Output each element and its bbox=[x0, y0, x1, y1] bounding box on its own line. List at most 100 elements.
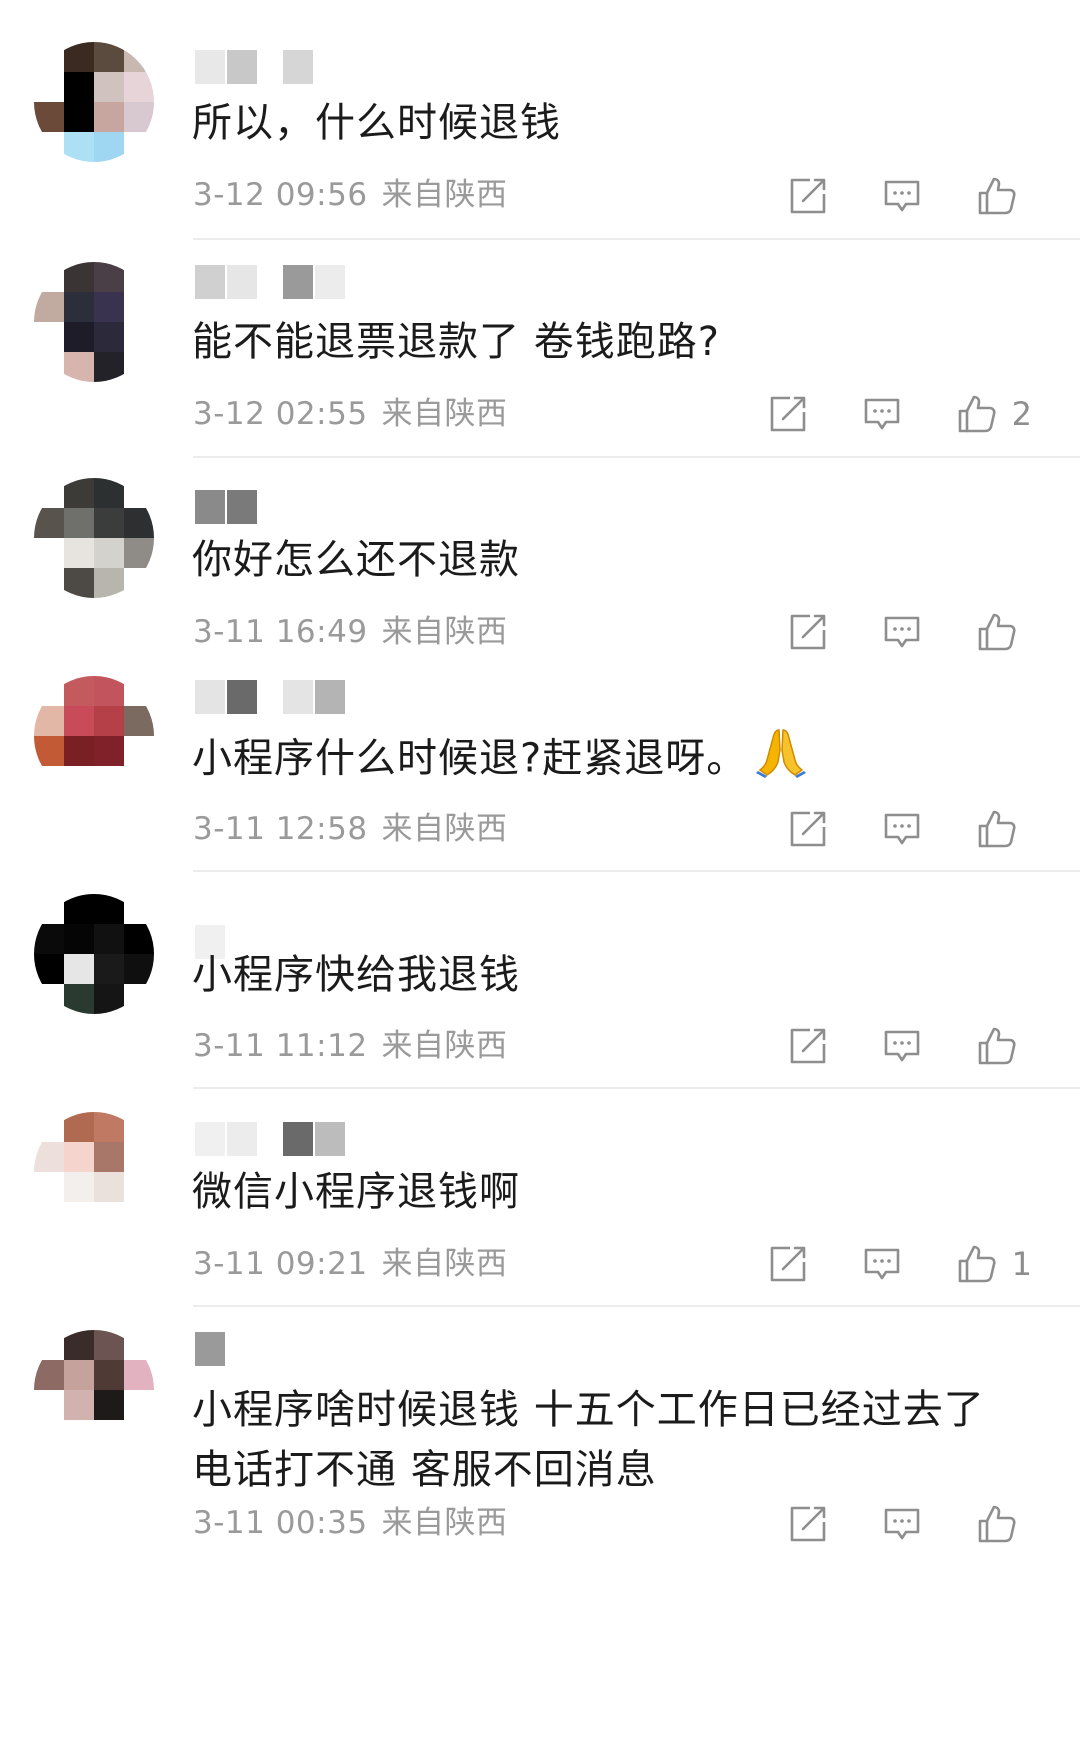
avatar-pixel bbox=[94, 766, 124, 796]
avatar[interactable] bbox=[34, 42, 154, 162]
avatar-pixel bbox=[94, 984, 124, 1014]
avatar[interactable] bbox=[34, 676, 154, 796]
avatar-pixel bbox=[94, 262, 124, 292]
avatar-pixel bbox=[34, 1112, 64, 1142]
reply-button[interactable] bbox=[882, 1504, 922, 1544]
avatar-pixel bbox=[94, 1420, 124, 1450]
reply-button[interactable] bbox=[882, 1026, 922, 1066]
comment-meta: 3-11 11:12 来自陕西 bbox=[193, 1026, 508, 1066]
avatar-pixel bbox=[64, 1420, 94, 1450]
avatar-pixel bbox=[64, 984, 94, 1014]
avatar-pixel bbox=[64, 1390, 94, 1420]
avatar-pixel bbox=[94, 954, 124, 984]
avatar-pixel bbox=[124, 1330, 154, 1360]
like-button[interactable] bbox=[976, 1503, 1032, 1545]
like-button[interactable]: 2 bbox=[956, 393, 1032, 435]
username-pixel bbox=[227, 490, 257, 524]
comment-time: 3-11 00:35 bbox=[193, 1505, 368, 1541]
comment-icon bbox=[882, 1504, 922, 1544]
avatar[interactable] bbox=[34, 894, 154, 1014]
thumbs-up-icon bbox=[976, 175, 1018, 217]
avatar-pixel bbox=[34, 262, 64, 292]
share-button[interactable] bbox=[768, 1244, 808, 1284]
share-button[interactable] bbox=[788, 809, 828, 849]
reply-button[interactable] bbox=[882, 809, 922, 849]
reply-button[interactable] bbox=[862, 1244, 902, 1284]
avatar-pixel bbox=[64, 1172, 94, 1202]
avatar-pixel bbox=[34, 676, 64, 706]
username-pixel bbox=[283, 1122, 313, 1156]
avatar-pixel bbox=[94, 1142, 124, 1172]
like-count: 2 bbox=[1011, 395, 1032, 433]
avatar[interactable] bbox=[34, 478, 154, 598]
reply-button[interactable] bbox=[882, 612, 922, 652]
avatar-pixel bbox=[124, 132, 154, 162]
like-button[interactable] bbox=[976, 808, 1032, 850]
username-pixel bbox=[195, 1332, 225, 1366]
avatar-pixel bbox=[94, 508, 124, 538]
like-button[interactable] bbox=[976, 1025, 1032, 1067]
avatar-pixel bbox=[94, 538, 124, 568]
comment-meta: 3-12 02:55 来自陕西 bbox=[193, 394, 508, 434]
avatar[interactable] bbox=[34, 262, 154, 382]
avatar-pixel bbox=[64, 42, 94, 72]
comment-icon bbox=[882, 176, 922, 216]
reply-button[interactable] bbox=[882, 176, 922, 216]
avatar-pixel bbox=[64, 568, 94, 598]
comment-location: 来自陕西 bbox=[381, 396, 508, 432]
comment-time: 3-11 11:12 bbox=[193, 1028, 368, 1064]
avatar-pixel bbox=[124, 1112, 154, 1142]
reply-button[interactable] bbox=[862, 394, 902, 434]
avatar[interactable] bbox=[34, 1112, 154, 1232]
avatar-pixel bbox=[34, 706, 64, 736]
avatar-pixel bbox=[34, 1390, 64, 1420]
share-button[interactable] bbox=[788, 176, 828, 216]
avatar-pixel bbox=[124, 676, 154, 706]
avatar-pixel bbox=[34, 736, 64, 766]
comment-text: 小程序快给我退钱 bbox=[192, 952, 520, 998]
avatar-pixel bbox=[124, 1360, 154, 1390]
avatar-pixel bbox=[124, 322, 154, 352]
avatar-pixel bbox=[94, 72, 124, 102]
share-icon bbox=[788, 176, 828, 216]
avatar-pixel bbox=[64, 676, 94, 706]
username-pixel bbox=[283, 680, 313, 714]
avatar-pixel bbox=[124, 1420, 154, 1450]
like-button[interactable] bbox=[976, 175, 1032, 217]
avatar-pixel bbox=[34, 1142, 64, 1172]
avatar-pixel bbox=[124, 102, 154, 132]
comment-meta: 3-11 12:58 来自陕西 bbox=[193, 809, 508, 849]
comment-icon bbox=[862, 1244, 902, 1284]
avatar-pixel bbox=[124, 736, 154, 766]
comment-time: 3-12 09:56 bbox=[193, 177, 368, 213]
avatar-pixel bbox=[34, 1330, 64, 1360]
share-button[interactable] bbox=[768, 394, 808, 434]
avatar-pixel bbox=[124, 1142, 154, 1172]
avatar-pixel bbox=[124, 984, 154, 1014]
divider bbox=[193, 238, 1080, 240]
divider bbox=[193, 1305, 1080, 1307]
like-count: 1 bbox=[1011, 1245, 1032, 1283]
share-icon bbox=[788, 1026, 828, 1066]
avatar-pixel bbox=[124, 538, 154, 568]
username-pixel bbox=[195, 1122, 225, 1156]
like-button[interactable] bbox=[976, 611, 1032, 653]
comment-meta: 3-12 09:56 来自陕西 bbox=[193, 175, 508, 215]
avatar-pixel bbox=[64, 1330, 94, 1360]
like-button[interactable]: 1 bbox=[956, 1243, 1032, 1285]
avatar[interactable] bbox=[34, 1330, 154, 1450]
comment-location: 来自陕西 bbox=[381, 177, 508, 213]
avatar-pixel bbox=[124, 1390, 154, 1420]
comment-text: 微信小程序退钱啊 bbox=[192, 1169, 520, 1215]
comment-icon bbox=[882, 612, 922, 652]
avatar-pixel bbox=[64, 954, 94, 984]
comment-actions bbox=[734, 608, 1032, 656]
share-button[interactable] bbox=[788, 1504, 828, 1544]
avatar-pixel bbox=[34, 894, 64, 924]
avatar-pixel bbox=[124, 508, 154, 538]
comment-actions bbox=[734, 805, 1032, 853]
share-button[interactable] bbox=[788, 1026, 828, 1066]
comment-actions: 1 bbox=[714, 1240, 1032, 1288]
comment-actions bbox=[734, 1500, 1032, 1548]
share-button[interactable] bbox=[788, 612, 828, 652]
